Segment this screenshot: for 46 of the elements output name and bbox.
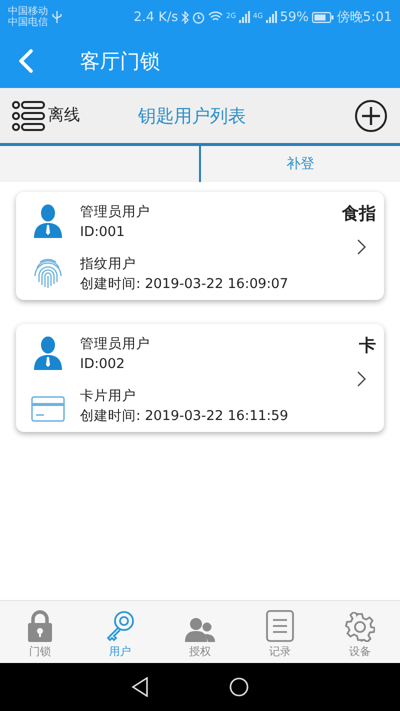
user-role: 管理员用户 bbox=[80, 203, 151, 222]
tab-item[interactable]: 门锁 bbox=[0, 601, 80, 663]
usb-icon bbox=[52, 10, 62, 24]
bluetooth-icon bbox=[181, 10, 190, 24]
user-type: 指纹用户 bbox=[80, 255, 137, 274]
credential-label: 食指 bbox=[342, 203, 376, 225]
back-icon[interactable] bbox=[131, 677, 149, 697]
tab-item[interactable]: 记录 bbox=[240, 601, 320, 663]
card-icon bbox=[31, 396, 65, 422]
tab-item[interactable]: 设备 bbox=[320, 601, 400, 663]
user-id: ID:002 bbox=[80, 355, 126, 374]
carrier-name: 中国移动 bbox=[8, 6, 48, 17]
battery-percent: 59% bbox=[280, 10, 309, 24]
settings-icon bbox=[345, 612, 375, 642]
signal-icon bbox=[239, 11, 250, 23]
battery-icon bbox=[312, 12, 334, 22]
list-icon[interactable] bbox=[12, 100, 46, 130]
connection-status: 离线 bbox=[48, 105, 80, 126]
tab-item[interactable]: 授权 bbox=[160, 601, 240, 663]
carrier-name: 中国电信 bbox=[8, 17, 48, 28]
signal-icon bbox=[266, 11, 277, 23]
clock: 傍晚5:01 bbox=[336, 9, 392, 26]
chevron-right-icon bbox=[357, 371, 366, 387]
people-icon bbox=[185, 616, 215, 642]
home-icon[interactable] bbox=[229, 677, 249, 697]
network-speed: 2.4 K/s bbox=[134, 10, 178, 24]
created-time: 创建时间: 2019-03-22 16:09:07 bbox=[80, 275, 290, 294]
user-card[interactable]: 管理员用户 ID:002 卡片用户 创建时间: 2019-03-22 16:11:59 卡 bbox=[16, 324, 384, 432]
created-time: 创建时间: 2019-03-22 16:11:59 bbox=[80, 407, 290, 426]
user-card[interactable]: 管理员用户 ID:001 指纹用户 创建时间: 2019-03-22 16:09:07 食指 bbox=[16, 192, 384, 300]
user-id: ID:001 bbox=[80, 223, 126, 242]
chevron-right-icon bbox=[357, 239, 366, 255]
user-icon bbox=[33, 204, 63, 238]
wifi-icon bbox=[208, 11, 224, 23]
user-type: 卡片用户 bbox=[80, 387, 137, 406]
user-icon bbox=[33, 336, 63, 370]
key-icon bbox=[105, 610, 135, 642]
section-title: 钥匙用户列表 bbox=[138, 104, 246, 128]
page-title: 客厅门锁 bbox=[80, 48, 160, 74]
tab-item[interactable]: 用户 bbox=[80, 601, 160, 663]
add-icon[interactable] bbox=[354, 98, 388, 132]
credential-label: 卡 bbox=[359, 335, 376, 357]
user-role: 管理员用户 bbox=[80, 335, 151, 354]
lock-icon bbox=[27, 610, 53, 642]
alarm-icon bbox=[192, 10, 206, 24]
document-icon bbox=[266, 610, 294, 642]
